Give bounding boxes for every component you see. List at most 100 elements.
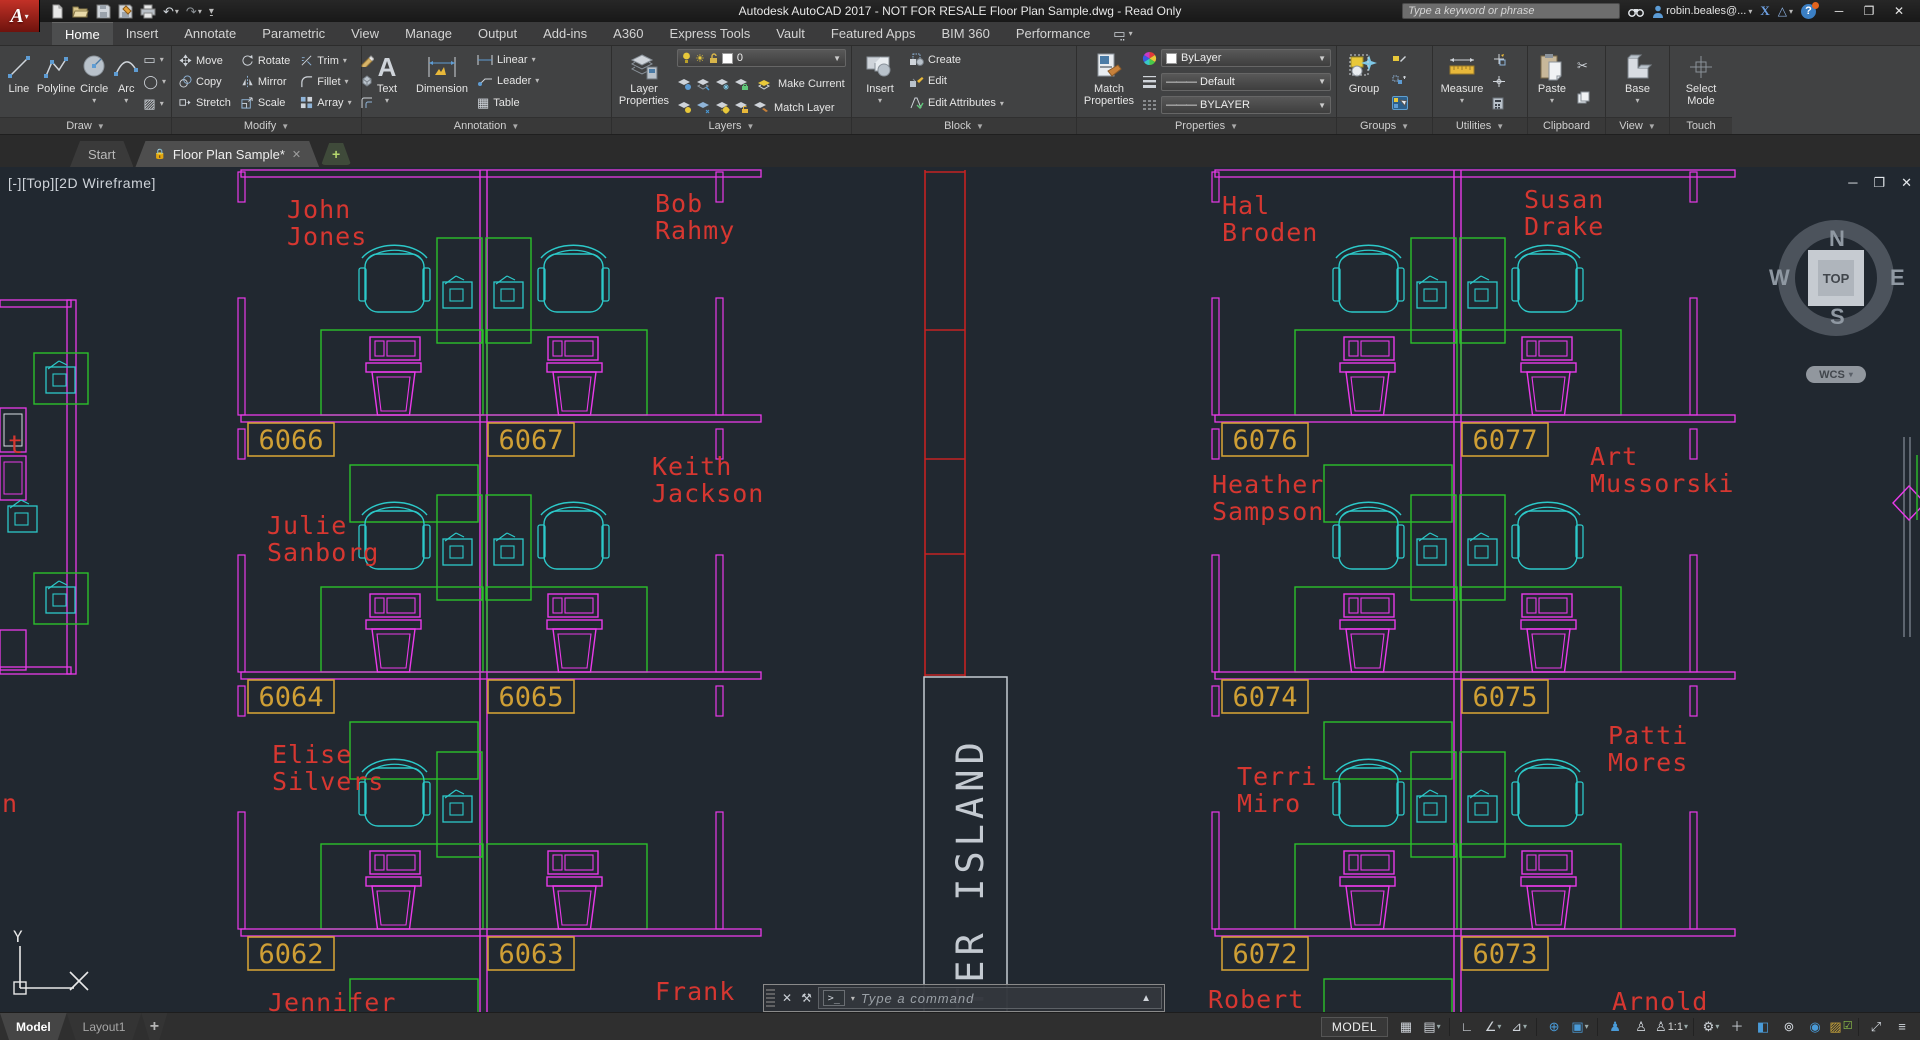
redo-button[interactable]: ↷▾ [186,5,202,18]
move-button[interactable]: Move [179,50,231,71]
file-tab-close-icon[interactable]: ✕ [292,148,301,161]
viewcube-south[interactable]: S [1830,304,1845,330]
quick-properties-toggle[interactable]: ◧ [1751,1016,1775,1038]
a360-button[interactable]: △▾ [1778,4,1793,18]
layer-select[interactable]: ☀ 0 ▼ [677,49,846,67]
edit-block-button[interactable]: Edit [909,75,947,88]
panel-label-view[interactable]: View▼ [1606,117,1669,134]
snap-mode-toggle[interactable]: ▤▾ [1420,1016,1444,1038]
isometric-drafting-toggle[interactable]: ⊿▾ [1507,1016,1531,1038]
polar-tracking-toggle[interactable]: ∠▾ [1481,1016,1505,1038]
table-button[interactable]: ▦Table [477,96,520,109]
viewport-controls[interactable]: [-][Top][2D Wireframe] [8,175,156,191]
copy-button[interactable]: Copy [179,71,231,92]
object-snap-tracking-toggle[interactable]: ⊕ [1542,1016,1566,1038]
panel-label-block[interactable]: Block▼ [852,117,1076,134]
layer-freeze-button[interactable] [715,78,730,91]
command-recent-caret-icon[interactable]: ▾ [851,994,855,1003]
annotation-visibility-toggle[interactable]: ♟ [1603,1016,1627,1038]
tab-addins[interactable]: Add-ins [530,22,600,45]
lineweight-select[interactable]: ———Default▼ [1161,73,1331,91]
file-tab-start[interactable]: Start [70,141,133,167]
paste-button[interactable]: Paste ▾ [1531,48,1573,115]
help-icon[interactable]: ? [1801,4,1816,19]
tab-output[interactable]: Output [465,22,530,45]
ribbon-display-toggle[interactable]: ▭̤▾ [1103,22,1142,45]
tab-bim360[interactable]: BIM 360 [928,22,1002,45]
tab-parametric[interactable]: Parametric [249,22,338,45]
fillet-button[interactable]: Fillet▾ [300,71,351,92]
model-tab[interactable]: Model [0,1013,67,1040]
open-button[interactable] [72,4,89,19]
viewcube[interactable]: N W E S TOP [1776,218,1896,338]
text-button[interactable]: A Text ▾ [365,48,409,115]
linetype-select[interactable]: ———BYLAYER▼ [1161,96,1331,114]
base-button[interactable]: Base ▾ [1616,48,1660,115]
layer-unisolate-button[interactable] [696,101,711,114]
group-selection-toggle[interactable] [1392,96,1408,110]
array-button[interactable]: Array▾ [300,92,351,113]
tab-manage[interactable]: Manage [392,22,465,45]
panel-label-draw[interactable]: Draw▼ [0,117,171,134]
command-line[interactable]: ✕ ⚒ >_ ▾ Type a command ▲ [763,984,1165,1012]
leader-button[interactable]: Leader▾ [477,75,539,87]
insert-caret-icon[interactable]: ▾ [878,95,882,107]
search-input[interactable]: Type a keyword or phrase [1402,3,1620,19]
tab-annotate[interactable]: Annotate [171,22,249,45]
minimize-button[interactable]: ─ [1824,4,1854,18]
annotation-monitor-toggle[interactable]: ＋ [1725,1016,1749,1038]
viewcube-north[interactable]: N [1829,226,1845,252]
redo-caret-icon[interactable]: ▾ [198,7,202,16]
customization-menu-button[interactable]: ≡ [1890,1016,1914,1038]
new-layout-button[interactable]: + [141,1013,167,1040]
undo-button[interactable]: ↶▾ [163,5,179,18]
quick-select-button[interactable] [1492,53,1506,66]
command-history-icon[interactable]: ▲ [1141,993,1157,1004]
viewcube-top-face[interactable]: TOP [1808,250,1864,306]
panel-label-properties[interactable]: Properties▼ [1077,117,1336,134]
tab-vault[interactable]: Vault [763,22,818,45]
stretch-button[interactable]: Stretch [179,92,231,113]
select-mode-button[interactable]: Select Mode [1675,48,1727,115]
command-customize-icon[interactable]: ⚒ [797,991,816,1005]
ungroup-button[interactable] [1392,75,1408,87]
panel-label-touch[interactable]: Touch [1670,117,1732,134]
panel-label-layers[interactable]: Layers▼ [612,117,851,134]
edit-attributes-button[interactable]: Edit Attributes▾ [909,97,1004,110]
signin-button[interactable]: robin.beales@... ▾ [1652,5,1752,18]
ortho-toggle[interactable]: ∟ [1455,1016,1479,1038]
layer-thaw-button[interactable] [715,101,730,114]
ellipse-button[interactable]: ◯▾ [143,75,166,88]
tab-express-tools[interactable]: Express Tools [657,22,764,45]
measure-button[interactable]: Measure ▾ [1436,48,1488,115]
rotate-button[interactable]: Rotate [241,50,290,71]
base-caret-icon[interactable]: ▾ [1635,95,1639,107]
isolate-objects-button[interactable]: ⊚ [1777,1016,1801,1038]
panel-label-groups[interactable]: Groups▼ [1337,117,1432,134]
tab-featured-apps[interactable]: Featured Apps [818,22,929,45]
polyline-button[interactable]: Polyline [37,48,76,115]
text-caret-icon[interactable]: ▾ [385,95,389,107]
workspace-switching-button[interactable]: ⚙▾ [1699,1016,1723,1038]
annotation-scale-button[interactable]: ♙1:1▾ [1655,1016,1688,1038]
line-button[interactable]: Line [3,48,35,115]
cut-button[interactable]: ✂ [1577,59,1590,72]
layer-isolate-button[interactable] [696,78,711,91]
drawing-minimize-button[interactable]: ─ [1848,175,1857,191]
save-button[interactable] [96,4,111,19]
layer-off-button[interactable] [677,78,692,91]
layer-lock-button[interactable] [734,78,749,91]
circle-caret-icon[interactable]: ▾ [92,95,96,107]
undo-caret-icon[interactable]: ▾ [175,7,179,16]
hardware-acceleration-toggle[interactable]: ◉ [1803,1016,1827,1038]
file-tab-floor-plan[interactable]: 🔒 Floor Plan Sample* ✕ [135,141,319,167]
panel-label-utilities[interactable]: Utilities▼ [1433,117,1527,134]
tab-performance[interactable]: Performance [1003,22,1103,45]
group-button[interactable]: Group [1340,48,1388,115]
paste-caret-icon[interactable]: ▾ [1550,95,1554,107]
create-block-button[interactable]: Create [909,53,961,66]
mirror-button[interactable]: Mirror [241,71,290,92]
model-space-button[interactable]: MODEL [1321,1017,1388,1037]
quick-calculator-button[interactable] [1492,97,1506,110]
arc-button[interactable]: Arc ▾ [113,48,139,115]
